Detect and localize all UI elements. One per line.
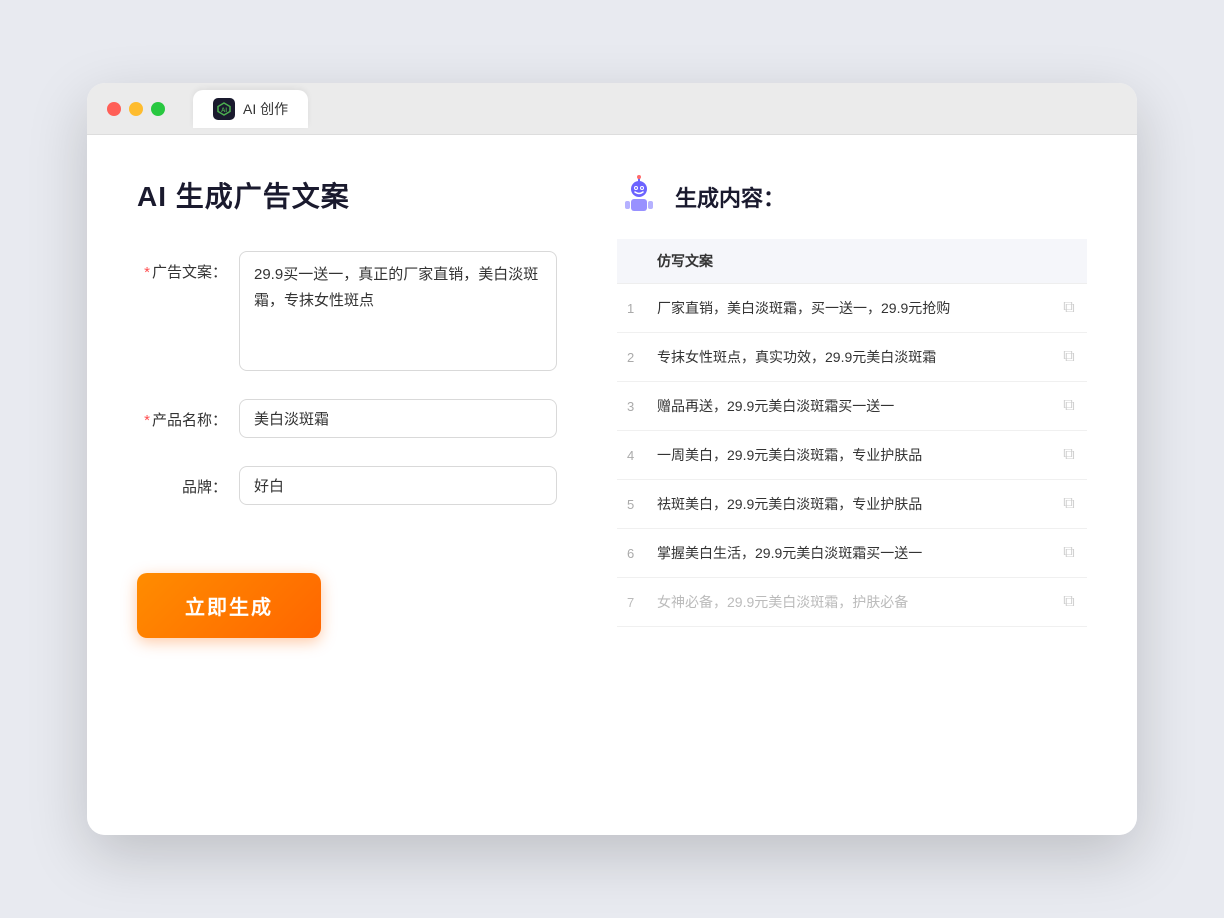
ai-tab-icon: AI <box>213 98 235 120</box>
table-row: 3赠品再送，29.9元美白淡斑霜买一送一 ⧉ <box>617 382 1087 431</box>
copy-cell[interactable]: ⧉ <box>1051 480 1087 529</box>
ad-copy-label: *广告文案： <box>137 251 227 282</box>
copy-icon[interactable]: ⧉ <box>1063 299 1074 316</box>
table-row: 4一周美白，29.9元美白淡斑霜，专业护肤品 ⧉ <box>617 431 1087 480</box>
brand-group: 品牌： <box>137 466 557 505</box>
copy-cell[interactable]: ⧉ <box>1051 529 1087 578</box>
maximize-button[interactable] <box>151 102 165 116</box>
required-mark-product: * <box>144 412 150 429</box>
generate-button[interactable]: 立即生成 <box>137 573 321 638</box>
row-text: 厂家直销，美白淡斑霜，买一送一，29.9元抢购 <box>647 284 1051 333</box>
row-number: 4 <box>617 431 647 480</box>
row-text: 女神必备，29.9元美白淡斑霜，护肤必备 <box>647 578 1051 627</box>
product-name-label: *产品名称： <box>137 399 227 430</box>
table-row: 7女神必备，29.9元美白淡斑霜，护肤必备 ⧉ <box>617 578 1087 627</box>
browser-window: AI AI 创作 AI 生成广告文案 *广告文案： *产品名称： <box>87 83 1137 835</box>
main-content: AI 生成广告文案 *广告文案： *产品名称： 品牌： 立 <box>87 135 1137 835</box>
copy-icon[interactable]: ⧉ <box>1063 495 1074 512</box>
table-row: 1厂家直销，美白淡斑霜，买一送一，29.9元抢购 ⧉ <box>617 284 1087 333</box>
copy-cell[interactable]: ⧉ <box>1051 382 1087 431</box>
table-row: 6掌握美白生活，29.9元美白淡斑霜买一送一 ⧉ <box>617 529 1087 578</box>
copy-icon[interactable]: ⧉ <box>1063 446 1074 463</box>
traffic-lights <box>107 102 165 116</box>
robot-icon <box>617 175 661 219</box>
col-copy <box>1051 239 1087 284</box>
minimize-button[interactable] <box>129 102 143 116</box>
product-name-input[interactable] <box>239 399 557 438</box>
col-num <box>617 239 647 284</box>
tab-label: AI 创作 <box>243 99 288 119</box>
row-number: 5 <box>617 480 647 529</box>
close-button[interactable] <box>107 102 121 116</box>
copy-cell[interactable]: ⧉ <box>1051 333 1087 382</box>
left-panel: AI 生成广告文案 *广告文案： *产品名称： 品牌： 立 <box>137 175 557 795</box>
titlebar: AI AI 创作 <box>87 83 1137 135</box>
row-text: 一周美白，29.9元美白淡斑霜，专业护肤品 <box>647 431 1051 480</box>
ad-copy-input[interactable] <box>239 251 557 371</box>
copy-cell[interactable]: ⧉ <box>1051 578 1087 627</box>
row-number: 2 <box>617 333 647 382</box>
copy-icon[interactable]: ⧉ <box>1063 593 1074 610</box>
page-title: AI 生成广告文案 <box>137 175 557 215</box>
brand-input[interactable] <box>239 466 557 505</box>
table-row: 5祛斑美白，29.9元美白淡斑霜，专业护肤品 ⧉ <box>617 480 1087 529</box>
table-row: 2专抹女性斑点，真实功效，29.9元美白淡斑霜 ⧉ <box>617 333 1087 382</box>
row-text: 掌握美白生活，29.9元美白淡斑霜买一送一 <box>647 529 1051 578</box>
tab-ai-create[interactable]: AI AI 创作 <box>193 90 308 128</box>
copy-icon[interactable]: ⧉ <box>1063 348 1074 365</box>
required-mark-ad: * <box>144 264 150 281</box>
row-number: 1 <box>617 284 647 333</box>
copy-icon[interactable]: ⧉ <box>1063 544 1074 561</box>
copy-cell[interactable]: ⧉ <box>1051 431 1087 480</box>
brand-label: 品牌： <box>137 466 227 497</box>
svg-text:AI: AI <box>221 108 227 114</box>
result-header: 生成内容： <box>617 175 1087 219</box>
right-panel: 生成内容： 仿写文案 1厂家直销，美白淡斑霜，买一送一，29.9元抢购⧉2专抹女… <box>617 175 1087 795</box>
result-table: 仿写文案 1厂家直销，美白淡斑霜，买一送一，29.9元抢购⧉2专抹女性斑点，真实… <box>617 239 1087 627</box>
result-title: 生成内容： <box>675 181 785 213</box>
ad-copy-group: *广告文案： <box>137 251 557 371</box>
row-text: 祛斑美白，29.9元美白淡斑霜，专业护肤品 <box>647 480 1051 529</box>
product-name-group: *产品名称： <box>137 399 557 438</box>
copy-cell[interactable]: ⧉ <box>1051 284 1087 333</box>
col-content: 仿写文案 <box>647 239 1051 284</box>
row-number: 7 <box>617 578 647 627</box>
row-number: 3 <box>617 382 647 431</box>
row-text: 赠品再送，29.9元美白淡斑霜买一送一 <box>647 382 1051 431</box>
copy-icon[interactable]: ⧉ <box>1063 397 1074 414</box>
row-text: 专抹女性斑点，真实功效，29.9元美白淡斑霜 <box>647 333 1051 382</box>
row-number: 6 <box>617 529 647 578</box>
